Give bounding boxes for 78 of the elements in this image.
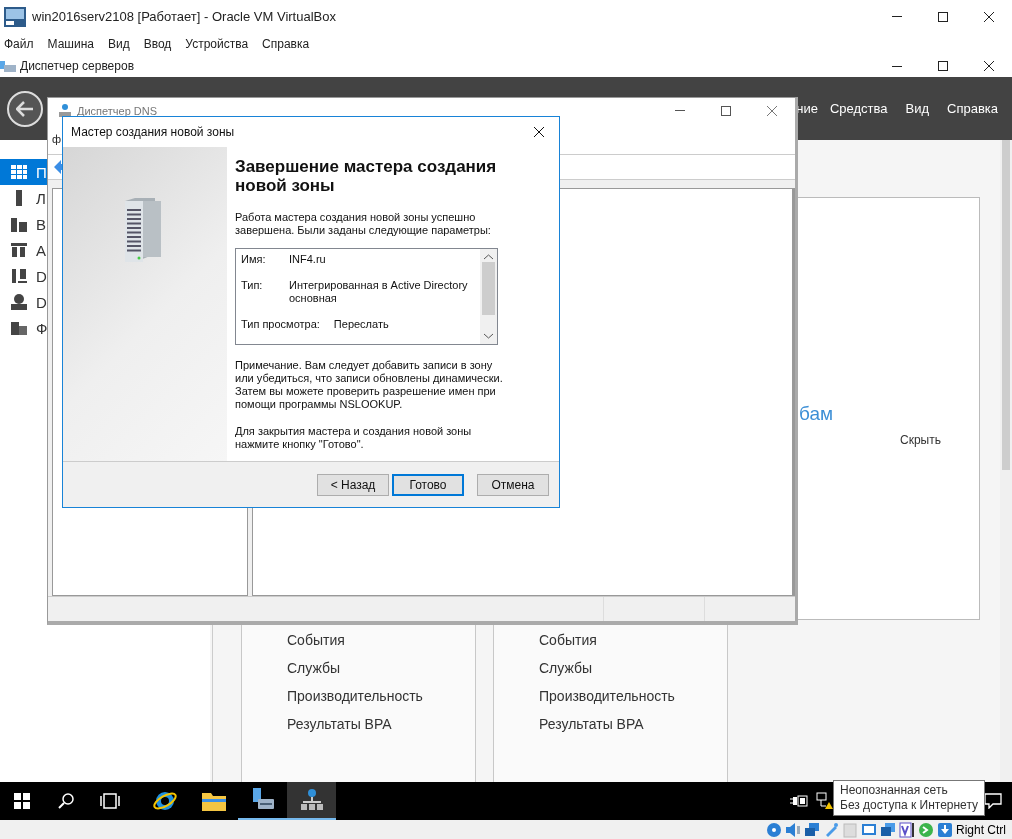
- windows-logo-icon: [14, 793, 30, 809]
- folder-icon: [201, 791, 226, 811]
- tile-item[interactable]: События: [287, 632, 475, 648]
- dns-icon: [299, 788, 324, 812]
- menu-item[interactable]: ф: [52, 132, 62, 145]
- minimize-icon[interactable]: [892, 65, 902, 67]
- tooltip-line: Неопознанная сеть: [840, 783, 949, 798]
- task-view-icon: [100, 793, 120, 809]
- summary-value: Переслать: [333, 318, 390, 331]
- link[interactable]: бам: [799, 403, 834, 425]
- intro-text: Работа мастера создания новой зоны успешно завершена. Были заданы следующие параметры:: [235, 211, 492, 237]
- menu-item[interactable]: Устройства: [185, 37, 257, 51]
- tile-item[interactable]: Службы: [287, 660, 475, 676]
- download-icon[interactable]: [937, 821, 953, 838]
- tile-item[interactable]: Результаты BPA: [287, 716, 475, 732]
- close-icon[interactable]: [984, 61, 994, 71]
- close-icon[interactable]: [984, 11, 994, 22]
- menu-item[interactable]: Ввод: [143, 37, 180, 51]
- back-button[interactable]: [7, 90, 43, 127]
- display-icon[interactable]: [861, 821, 877, 838]
- dialog-title: Мастер создания новой зоны: [71, 125, 235, 139]
- menu-item[interactable]: Машина: [47, 37, 102, 51]
- network-warning-icon[interactable]: [816, 792, 834, 810]
- menu-item[interactable]: Файл: [4, 37, 42, 51]
- servers-icon: [10, 215, 28, 233]
- scroll-up-icon[interactable]: [484, 254, 493, 260]
- tile-item[interactable]: Производительность: [287, 688, 475, 704]
- server-manager-icon: [0, 59, 16, 73]
- maximize-icon[interactable]: [938, 61, 948, 71]
- summary-label: Тип просмотра:: [241, 318, 321, 331]
- closing-text: Для закрытия мастера и создания новой зоны нажмите кнопку "Готово".: [235, 425, 473, 451]
- tile-item[interactable]: Производительность: [539, 688, 727, 704]
- note-text: Примечание. Вам следует добавить записи в зону или убедиться, что записи обновлены динамически. Затем вы можете проверить разрешение имен при помощи программы NSLOOKUP.: [235, 359, 503, 411]
- window-title: Диспетчер серверов: [20, 59, 135, 73]
- summary-value: INF4.ru: [289, 253, 327, 266]
- chip-icon[interactable]: [899, 821, 915, 838]
- menu-item[interactable]: Вид: [107, 37, 138, 51]
- disc-icon[interactable]: [766, 821, 782, 838]
- dialog-button[interactable]: Отмена: [477, 473, 549, 496]
- search-icon: [58, 793, 74, 809]
- close-icon[interactable]: [534, 127, 544, 137]
- menu-item[interactable]: Справка: [262, 37, 318, 51]
- tooltip-line: Без доступа к Интернету: [840, 798, 978, 813]
- tile-item[interactable]: События: [539, 632, 727, 648]
- summary-label: Тип:: [241, 279, 264, 293]
- scrollbar[interactable]: [480, 249, 497, 344]
- summary-value: Интегрированная в Active Directory основная: [289, 279, 469, 305]
- host-key-label: Right Ctrl: [956, 822, 1006, 837]
- power-icon[interactable]: [790, 795, 808, 807]
- tile-item[interactable]: Службы: [539, 660, 727, 676]
- dialog-button[interactable]: Готово: [392, 473, 464, 496]
- folders-icon: [10, 319, 28, 337]
- menu-item[interactable]: Справка: [947, 101, 998, 116]
- scrollbar[interactable]: [1000, 140, 1012, 782]
- dns-icon: [58, 103, 72, 118]
- browser-icon: [152, 789, 177, 813]
- hide-link[interactable]: Скрыть: [900, 433, 941, 447]
- maximize-icon[interactable]: [721, 105, 731, 116]
- server-role-icon: [10, 241, 28, 259]
- windows-icon[interactable]: [880, 821, 896, 838]
- speaker-icon[interactable]: [785, 821, 801, 838]
- dialog-button[interactable]: < Назад: [317, 473, 389, 496]
- app-icon: [4, 6, 26, 27]
- menu-item[interactable]: Вид: [905, 101, 929, 116]
- back-arrow-icon: [16, 100, 34, 117]
- scroll-down-icon[interactable]: [484, 333, 493, 339]
- taskbar-app[interactable]: [287, 782, 336, 820]
- notification-icon[interactable]: [984, 793, 1002, 809]
- wizard-heading: Завершение мастера создания новой зоны: [235, 157, 498, 195]
- maximize-icon[interactable]: [938, 11, 948, 22]
- summary-label: Имя:: [241, 253, 267, 266]
- window-title: Диспетчер DNS: [77, 104, 158, 117]
- monitors-icon[interactable]: [804, 821, 820, 838]
- window-title: win2016serv2108 [Работает] - Oracle VM VirtualBox: [32, 9, 336, 24]
- dashboard-icon: [10, 163, 28, 181]
- tools-icon: [10, 267, 28, 285]
- tile-item[interactable]: Результаты BPA: [539, 716, 727, 732]
- menu-item[interactable]: Средства: [829, 101, 888, 116]
